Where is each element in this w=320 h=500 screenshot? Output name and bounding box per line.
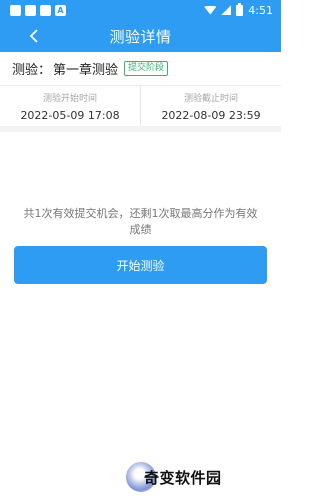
- start-quiz-button[interactable]: 开始测验: [14, 246, 267, 284]
- submission-notice: 共1次有效提交机会，还剩1次取最高分作为有效成绩: [23, 207, 258, 236]
- chevron-left-icon[interactable]: [26, 27, 44, 45]
- battery-icon: [236, 2, 244, 16]
- time-section: 测验开始时间 2022-05-09 17:08 测验截止时间 2022-08-0…: [0, 86, 281, 132]
- app-square-icon: [40, 4, 51, 16]
- end-time-block: 测验截止时间 2022-08-09 23:59: [141, 86, 281, 126]
- start-time-block: 测验开始时间 2022-05-09 17:08: [0, 86, 141, 126]
- status-bar: A 4:51: [0, 0, 281, 20]
- a-badge-icon: A: [55, 4, 66, 16]
- start-time-value: 2022-05-09 17:08: [20, 108, 120, 122]
- app-square-icon: [10, 4, 21, 16]
- title-bar: 测验详情: [0, 20, 281, 52]
- watermark-logo: 奇变软件园: [122, 458, 242, 498]
- stage-badge: 提交阶段: [124, 61, 169, 76]
- status-left-icons: A: [10, 4, 66, 16]
- end-time-value: 2022-08-09 23:59: [161, 108, 261, 122]
- status-time: 4:51: [248, 3, 273, 17]
- signal-icon: [221, 5, 232, 15]
- watermark-text: 奇变软件园: [144, 469, 222, 487]
- quiz-info-row: 测验： 第一章测验 提交阶段: [0, 52, 281, 86]
- quiz-label: 测验：: [12, 63, 52, 78]
- start-time-label: 测验开始时间: [42, 93, 97, 104]
- app-square-icon: [25, 4, 36, 16]
- status-right: 4:51: [204, 2, 273, 17]
- end-time-label: 测验截止时间: [183, 93, 238, 104]
- page-title: 测验详情: [109, 27, 172, 46]
- quiz-name: 第一章测验: [53, 63, 119, 78]
- wifi-icon: [204, 5, 217, 15]
